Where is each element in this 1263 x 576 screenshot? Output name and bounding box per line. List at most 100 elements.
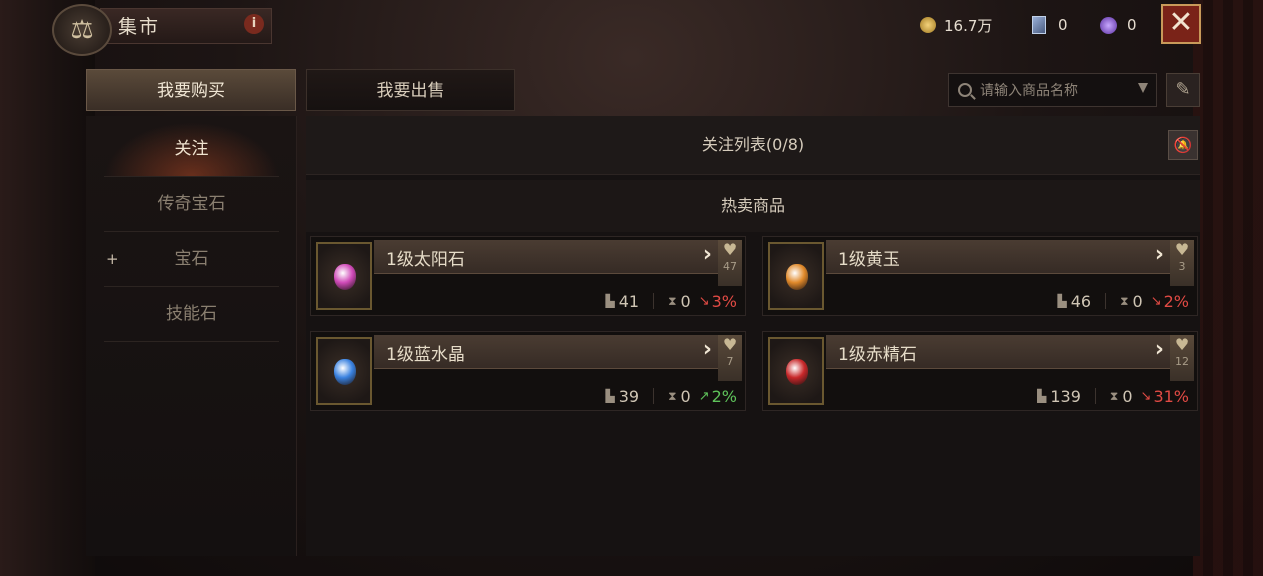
records-button[interactable]: ✎: [1166, 73, 1200, 107]
card-amount: 0: [1058, 16, 1068, 34]
watchlist-header: 关注列表(0/8) 🔕: [306, 116, 1200, 175]
amethyst-gem-icon: [334, 264, 356, 290]
price-change: 2%: [711, 386, 737, 406]
favorite-button[interactable]: ♥ 47: [718, 240, 742, 286]
hourglass-icon: ⧗: [668, 388, 677, 403]
listing-count: 39: [618, 386, 640, 406]
topaz-gem-icon: [786, 264, 808, 290]
market-item[interactable]: 1级蓝水晶 › ♥ 7 ▙ 39 ⧗ 0 ↗ 2%: [310, 331, 746, 411]
ruby-gem-icon: [786, 359, 808, 385]
hourglass-icon: ⧗: [1109, 388, 1119, 403]
item-name: 1级黄玉: [838, 250, 900, 270]
info-icon[interactable]: i: [244, 14, 264, 34]
hot-items-header: 热卖商品: [306, 180, 1200, 232]
close-button[interactable]: ✕: [1161, 4, 1201, 44]
currency-card: 0: [1032, 15, 1068, 35]
orb-amount: 0: [1127, 16, 1137, 34]
item-name-bar[interactable]: 1级太阳石 ›: [374, 240, 718, 274]
item-stats: ▙ 139 ⧗ 0 ↘ 31%: [1037, 386, 1189, 406]
chevron-right-icon[interactable]: ›: [703, 337, 712, 362]
sidebar-item-watch[interactable]: 关注: [104, 122, 279, 177]
search-input[interactable]: 请输入商品名称: [980, 80, 1078, 100]
item-stats: ▙ 46 ⧗ 0 ↘ 2%: [1057, 291, 1189, 311]
page-title: 集市: [118, 16, 161, 38]
notification-mute-button[interactable]: 🔕: [1168, 130, 1198, 160]
hot-items-title: 热卖商品: [720, 196, 785, 215]
favorite-button[interactable]: ♥ 12: [1170, 335, 1194, 381]
currency-gold: 16.7万: [920, 15, 992, 35]
chevron-right-icon[interactable]: ›: [703, 242, 712, 267]
currency-orb: 0: [1100, 15, 1137, 35]
tab-sell[interactable]: 我要出售: [306, 69, 515, 111]
sidebar-item-skill-stones[interactable]: 技能石: [104, 287, 279, 342]
chevron-right-icon[interactable]: ›: [1155, 242, 1164, 267]
hourglass-icon: ⧗: [1120, 293, 1129, 308]
favorite-button[interactable]: ♥ 7: [718, 335, 742, 381]
category-sidebar: 关注 传奇宝石 宝石 技能石: [86, 116, 297, 556]
favorite-button[interactable]: ♥ 3: [1170, 240, 1194, 286]
sidebar-item-gems[interactable]: 宝石: [104, 232, 279, 287]
price-change: 2%: [1163, 291, 1189, 311]
listings-icon: ▙: [605, 294, 615, 308]
item-name: 1级赤精石: [838, 345, 917, 365]
tab-buy[interactable]: 我要购买: [86, 69, 296, 111]
price-change: 31%: [1153, 386, 1189, 406]
search-icon: [958, 83, 972, 97]
listing-count: 46: [1070, 291, 1092, 311]
trend-up-icon: ↗: [698, 388, 710, 404]
item-icon-frame: [768, 337, 824, 405]
item-icon-frame: [316, 242, 372, 310]
bell-off-icon: 🔕: [1173, 136, 1193, 154]
search-box[interactable]: 请输入商品名称: [948, 73, 1157, 107]
pending-count: 0: [1122, 386, 1133, 406]
listing-count: 139: [1050, 386, 1081, 406]
heart-icon: ♥: [1174, 240, 1190, 259]
favorite-count: 3: [1178, 260, 1186, 273]
trend-down-icon: ↘: [698, 293, 710, 309]
item-icon-frame: [768, 242, 824, 310]
note-icon: ✎: [1175, 79, 1191, 100]
background-left: [0, 0, 95, 576]
item-name-bar[interactable]: 1级赤精石 ›: [826, 335, 1170, 369]
gold-coin-icon: [920, 17, 936, 33]
background-right: [1193, 0, 1263, 576]
card-icon: [1032, 16, 1046, 34]
trend-down-icon: ↘: [1150, 293, 1162, 309]
market-item[interactable]: 1级太阳石 › ♥ 47 ▙ 41 ⧗ 0 ↘ 3%: [310, 236, 746, 316]
pending-count: 0: [1132, 291, 1143, 311]
listings-icon: ▙: [1037, 389, 1047, 403]
favorite-count: 12: [1175, 355, 1189, 368]
expand-plus-icon[interactable]: +: [106, 250, 119, 268]
item-name-bar[interactable]: 1级黄玉 ›: [826, 240, 1170, 274]
filter-dropdown-icon[interactable]: [1138, 83, 1148, 93]
listings-icon: ▙: [1057, 294, 1067, 308]
scales-logo-icon: ⚖: [52, 4, 112, 56]
sapphire-gem-icon: [334, 359, 356, 385]
hourglass-icon: ⧗: [668, 293, 677, 308]
trend-down-icon: ↘: [1140, 388, 1152, 404]
heart-icon: ♥: [722, 240, 738, 259]
item-name: 1级蓝水晶: [386, 345, 465, 365]
price-change: 3%: [711, 291, 737, 311]
heart-icon: ♥: [722, 335, 738, 354]
item-icon-frame: [316, 337, 372, 405]
market-item[interactable]: 1级黄玉 › ♥ 3 ▙ 46 ⧗ 0 ↘ 2%: [762, 236, 1198, 316]
main-panel: 关注列表(0/8) 🔕 热卖商品 1级太阳石 › ♥ 47 ▙ 41 ⧗ 0 ↘…: [306, 116, 1200, 556]
item-stats: ▙ 39 ⧗ 0 ↗ 2%: [605, 386, 737, 406]
listings-icon: ▙: [605, 389, 615, 403]
watchlist-title: 关注列表(0/8): [701, 135, 805, 154]
orb-icon: [1100, 16, 1117, 34]
item-stats: ▙ 41 ⧗ 0 ↘ 3%: [605, 291, 737, 311]
market-item[interactable]: 1级赤精石 › ♥ 12 ▙ 139 ⧗ 0 ↘ 31%: [762, 331, 1198, 411]
pending-count: 0: [680, 291, 691, 311]
heart-icon: ♥: [1174, 335, 1190, 354]
listing-count: 41: [618, 291, 640, 311]
favorite-count: 7: [726, 355, 734, 368]
item-name: 1级太阳石: [386, 250, 465, 270]
top-bar: ⚖ 集市 i 16.7万 0 0 ✕: [0, 0, 1263, 56]
pending-count: 0: [680, 386, 691, 406]
favorite-count: 47: [723, 260, 737, 273]
chevron-right-icon[interactable]: ›: [1155, 337, 1164, 362]
sidebar-item-legendary-gems[interactable]: 传奇宝石: [104, 177, 279, 232]
item-name-bar[interactable]: 1级蓝水晶 ›: [374, 335, 718, 369]
